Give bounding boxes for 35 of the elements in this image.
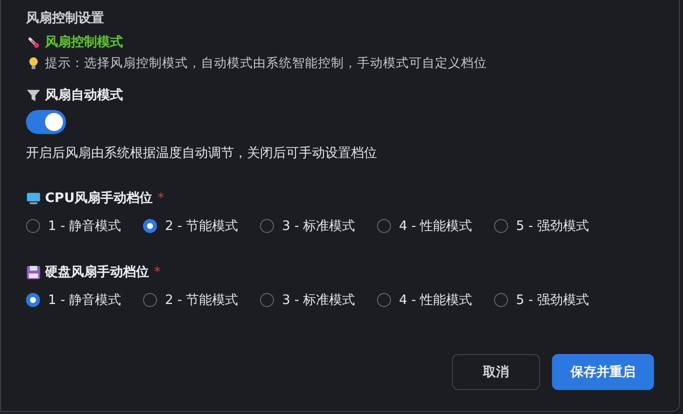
radio-label[interactable]: 3 - 标准模式: [282, 217, 356, 235]
radio-button[interactable]: [26, 219, 40, 233]
radio-label[interactable]: 2 - 节能模式: [165, 291, 238, 309]
radio-label[interactable]: 5 - 强劲模式: [516, 291, 590, 309]
radio-label[interactable]: 1 - 静音模式: [48, 291, 122, 309]
funnel-icon: [26, 88, 41, 102]
auto-mode-description: 开启后风扇由系统根据温度自动调节，关闭后可手动设置档位: [26, 145, 378, 163]
group-label: 硬盘风扇手动档位: [45, 264, 149, 281]
tip-text: 提示：选择风扇控制模式，自动模式由系统智能控制，手动模式可自定义档位: [45, 54, 487, 72]
thermometer-icon: [26, 34, 41, 50]
radio-button[interactable]: [260, 293, 274, 307]
radio-button[interactable]: [260, 219, 274, 233]
radio-label[interactable]: 2 - 节能模式: [165, 217, 238, 235]
computer-icon: [26, 190, 41, 206]
radio-button[interactable]: [26, 293, 40, 307]
mode-label: 风扇控制模式: [45, 34, 123, 51]
radio-button[interactable]: [377, 219, 391, 233]
radio-button[interactable]: [377, 293, 391, 307]
save-button[interactable]: 保存并重启: [552, 354, 654, 390]
radio-button[interactable]: [143, 293, 157, 307]
radio-button[interactable]: [494, 219, 508, 233]
radio-button[interactable]: [494, 293, 508, 307]
radio-label[interactable]: 4 - 性能模式: [399, 291, 472, 309]
section-title: 风扇控制设置: [26, 10, 105, 28]
radio-label[interactable]: 1 - 静音模式: [48, 217, 122, 235]
radio-label[interactable]: 5 - 强劲模式: [516, 217, 590, 235]
radio-label[interactable]: 3 - 标准模式: [282, 291, 356, 309]
group-label: CPU风扇手动档位: [45, 190, 153, 207]
radio-label[interactable]: 4 - 性能模式: [399, 217, 472, 235]
auto-mode-toggle[interactable]: [26, 110, 66, 134]
radio-button[interactable]: [143, 219, 157, 233]
required-mark: *: [154, 264, 160, 280]
auto-mode-label: 风扇自动模式: [45, 86, 123, 104]
required-mark: *: [158, 190, 164, 206]
cancel-button[interactable]: 取消: [452, 354, 540, 390]
